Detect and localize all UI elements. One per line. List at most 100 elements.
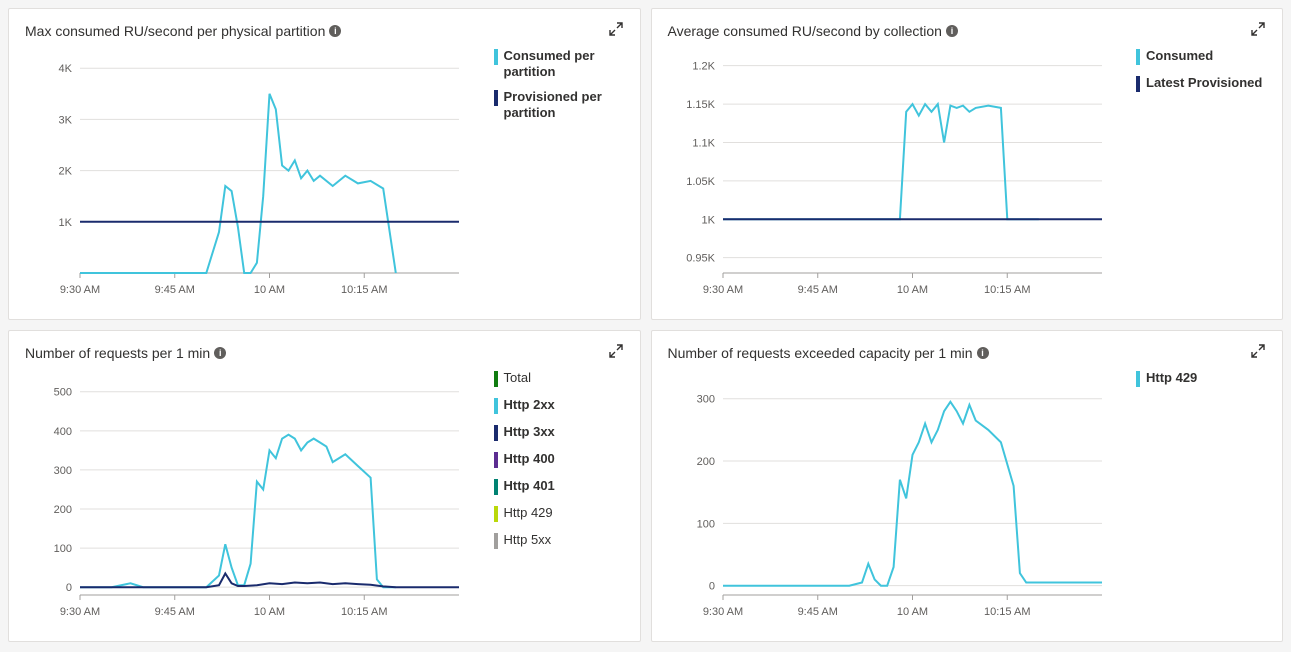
legend-label: Http 429 xyxy=(1146,370,1197,386)
legend-item[interactable]: Http 2xx xyxy=(494,397,624,414)
legend-swatch xyxy=(494,398,498,414)
legend-label: Consumed per partition xyxy=(504,48,624,79)
y-tick-label: 1.1K xyxy=(692,137,715,149)
legend-label: Http 5xx xyxy=(504,532,552,548)
legend: Consumed per partition Provisioned per pa… xyxy=(494,48,624,303)
expand-icon[interactable] xyxy=(1250,21,1266,40)
legend-item[interactable]: Total xyxy=(494,370,624,387)
y-tick-label: 0.95K xyxy=(686,253,715,265)
x-tick-label: 9:45 AM xyxy=(797,606,837,618)
expand-icon[interactable] xyxy=(608,343,624,362)
expand-icon[interactable] xyxy=(608,21,624,40)
legend-label: Http 3xx xyxy=(504,424,555,440)
card-exceeded: Number of requests exceeded capacity per… xyxy=(651,330,1284,642)
legend-swatch xyxy=(494,371,498,387)
card-max-ru: Max consumed RU/second per physical part… xyxy=(8,8,641,320)
info-icon[interactable]: i xyxy=(946,25,958,37)
legend-item[interactable]: Consumed xyxy=(1136,48,1266,65)
legend-swatch xyxy=(1136,76,1140,92)
legend-item[interactable]: Http 3xx xyxy=(494,424,624,441)
x-tick-label: 9:45 AM xyxy=(155,606,195,618)
chart-svg: 0.95K1K1.05K1.1K1.15K1.2K9:30 AM9:45 AM1… xyxy=(668,48,1108,303)
y-tick-label: 200 xyxy=(54,504,72,516)
legend-swatch xyxy=(494,90,498,106)
x-tick-label: 10 AM xyxy=(254,284,285,296)
y-tick-label: 1.15K xyxy=(686,99,715,111)
legend: Http 429 xyxy=(1136,370,1266,625)
x-tick-label: 10 AM xyxy=(896,284,927,296)
y-tick-label: 2K xyxy=(59,166,73,178)
card-title: Number of requests exceeded capacity per… xyxy=(668,345,973,361)
x-tick-label: 10:15 AM xyxy=(341,606,387,618)
legend-item[interactable]: Http 5xx xyxy=(494,532,624,549)
info-icon[interactable]: i xyxy=(329,25,341,37)
info-icon[interactable]: i xyxy=(214,347,226,359)
y-tick-label: 100 xyxy=(54,543,72,555)
chart-area: 0.95K1K1.05K1.1K1.15K1.2K9:30 AM9:45 AM1… xyxy=(668,48,1121,303)
legend-item[interactable]: Http 429 xyxy=(494,505,624,522)
chart-svg: 01002003009:30 AM9:45 AM10 AM10:15 AM xyxy=(668,370,1108,625)
legend-item[interactable]: Consumed per partition xyxy=(494,48,624,79)
chart-area: 01002003004005009:30 AM9:45 AM10 AM10:15… xyxy=(25,370,478,625)
y-tick-label: 200 xyxy=(696,456,714,468)
legend-label: Http 401 xyxy=(504,478,555,494)
x-tick-label: 10 AM xyxy=(254,606,285,618)
card-header: Max consumed RU/second per physical part… xyxy=(25,21,624,40)
card-body: 1K2K3K4K9:30 AM9:45 AM10 AM10:15 AMConsu… xyxy=(25,48,624,303)
x-tick-label: 9:30 AM xyxy=(702,284,742,296)
card-title-wrap: Average consumed RU/second by collection… xyxy=(668,23,958,39)
chart-svg: 1K2K3K4K9:30 AM9:45 AM10 AM10:15 AM xyxy=(25,48,465,303)
card-body: 01002003004005009:30 AM9:45 AM10 AM10:15… xyxy=(25,370,624,625)
chart-svg: 01002003004005009:30 AM9:45 AM10 AM10:15… xyxy=(25,370,465,625)
legend: Total Http 2xx Http 3xx Http 400 Http 401 Htt… xyxy=(494,370,624,625)
expand-icon[interactable] xyxy=(1250,343,1266,362)
legend-swatch xyxy=(494,479,498,495)
card-requests: Number of requests per 1 mini01002003004… xyxy=(8,330,641,642)
series-consumed-per-partition xyxy=(80,94,396,273)
info-icon[interactable]: i xyxy=(977,347,989,359)
legend: Consumed Latest Provisioned xyxy=(1136,48,1266,303)
card-title: Number of requests per 1 min xyxy=(25,345,210,361)
legend-label: Total xyxy=(504,370,531,386)
chart-area: 01002003009:30 AM9:45 AM10 AM10:15 AM xyxy=(668,370,1121,625)
card-header: Average consumed RU/second by collection… xyxy=(668,21,1267,40)
y-tick-label: 1.2K xyxy=(692,61,715,73)
y-tick-label: 300 xyxy=(696,394,714,406)
x-tick-label: 10 AM xyxy=(896,606,927,618)
x-tick-label: 9:45 AM xyxy=(155,284,195,296)
legend-swatch xyxy=(494,506,498,522)
card-title-wrap: Max consumed RU/second per physical part… xyxy=(25,23,341,39)
y-tick-label: 300 xyxy=(54,465,72,477)
x-tick-label: 9:45 AM xyxy=(797,284,837,296)
series-http-2xx xyxy=(80,435,396,588)
card-header: Number of requests exceeded capacity per… xyxy=(668,343,1267,362)
x-tick-label: 10:15 AM xyxy=(984,284,1030,296)
series-http-429 xyxy=(723,402,1102,586)
legend-label: Http 2xx xyxy=(504,397,555,413)
x-tick-label: 9:30 AM xyxy=(60,606,100,618)
legend-label: Http 429 xyxy=(504,505,553,521)
card-body: 0.95K1K1.05K1.1K1.15K1.2K9:30 AM9:45 AM1… xyxy=(668,48,1267,303)
legend-swatch xyxy=(494,533,498,549)
legend-swatch xyxy=(1136,49,1140,65)
card-header: Number of requests per 1 min i xyxy=(25,343,624,362)
card-title-wrap: Number of requests exceeded capacity per… xyxy=(668,345,989,361)
y-tick-label: 4K xyxy=(59,63,73,75)
y-tick-label: 400 xyxy=(54,426,72,438)
card-title-wrap: Number of requests per 1 min i xyxy=(25,345,226,361)
x-tick-label: 10:15 AM xyxy=(984,606,1030,618)
legend-swatch xyxy=(494,49,498,65)
legend-item[interactable]: Latest Provisioned xyxy=(1136,75,1266,92)
x-tick-label: 10:15 AM xyxy=(341,284,387,296)
x-tick-label: 9:30 AM xyxy=(702,606,742,618)
legend-item[interactable]: Provisioned per partition xyxy=(494,89,624,120)
y-tick-label: 0 xyxy=(708,581,714,593)
y-tick-label: 1.05K xyxy=(686,176,715,188)
legend-item[interactable]: Http 429 xyxy=(1136,370,1266,387)
legend-item[interactable]: Http 401 xyxy=(494,478,624,495)
legend-label: Consumed xyxy=(1146,48,1213,64)
legend-swatch xyxy=(1136,371,1140,387)
legend-swatch xyxy=(494,425,498,441)
legend-item[interactable]: Http 400 xyxy=(494,451,624,468)
card-body: 01002003009:30 AM9:45 AM10 AM10:15 AMHtt… xyxy=(668,370,1267,625)
